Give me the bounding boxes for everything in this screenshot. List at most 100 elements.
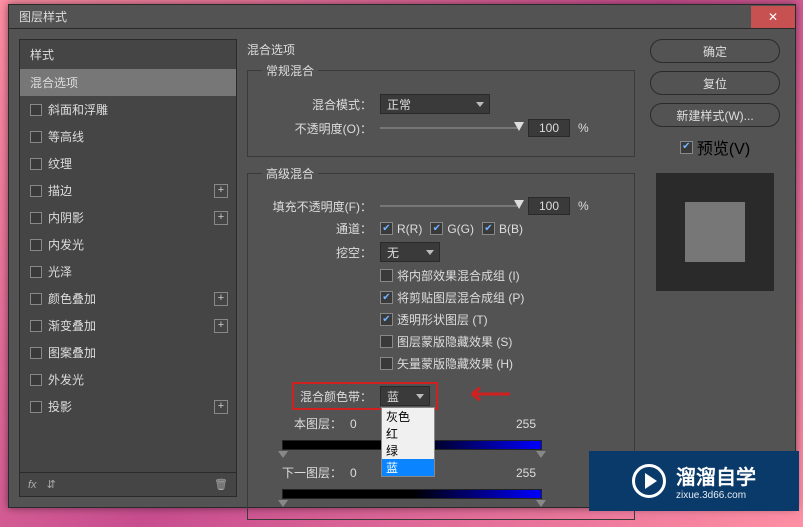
sidebar-item-label: 内发光 [48,236,84,253]
opacity-slider[interactable] [380,121,520,135]
blend-clipped-checkbox[interactable]: 将剪贴图层混合成组 (P) [380,289,524,306]
style-checkbox[interactable] [30,293,42,305]
main-title: 混合选项 [247,41,635,58]
content: 样式 混合选项 斜面和浮雕等高线纹理描边 + 内阴影 + 内发光光泽颜色叠加 + 渐变叠加 +… [9,29,795,507]
sidebar-item-label: 投影 [48,398,72,415]
under-layer-gradient[interactable] [282,483,542,505]
vector-mask-hides-checkbox[interactable]: 矢量蒙版隐藏效果 (H) [380,355,513,372]
under-high-value: 255 [516,466,536,480]
general-legend: 常规混合 [262,62,318,79]
opacity-label: 不透明度(O)： [262,120,372,137]
style-checkbox[interactable] [30,185,42,197]
this-layer-label: 本图层： [262,415,342,432]
sidebar-item[interactable]: 内发光 [20,231,236,258]
this-high-value: 255 [516,417,536,431]
transparency-shapes-checkbox[interactable]: 透明形状图层 (T) [380,311,488,328]
style-checkbox[interactable] [30,401,42,413]
advanced-blending-group: 高级混合 填充不透明度(F)： % 通道： R(R) G(G) B(B) 挖空 [247,165,635,520]
sidebar-item[interactable]: 光泽 [20,258,236,285]
under-layer-label: 下一图层： [262,464,342,481]
fx-icon[interactable]: fx [28,479,37,491]
style-checkbox[interactable] [30,212,42,224]
sidebar-item-label: 斜面和浮雕 [48,101,108,118]
watermark-title: 溜溜自学 [676,461,756,490]
channel-b-checkbox[interactable]: B(B) [482,222,523,236]
up-down-icon[interactable]: ⇵ [47,478,56,491]
sidebar-item-label: 图案叠加 [48,344,96,361]
sidebar-header: 样式 [20,40,236,69]
fill-unit: % [578,199,589,213]
style-checkbox[interactable] [30,158,42,170]
sidebar-item[interactable]: 纹理 [20,150,236,177]
window-title: 图层样式 [9,8,67,25]
add-icon[interactable]: + [214,211,228,225]
style-checkbox[interactable] [30,104,42,116]
sidebar-item-label: 等高线 [48,128,84,145]
channels-label: 通道： [262,220,372,237]
blend-if-highlight: 混合颜色带： 蓝 灰色 红 绿 蓝 [292,382,438,410]
fill-opacity-input[interactable] [528,197,570,215]
channel-r-checkbox[interactable]: R(R) [380,222,422,236]
dropdown-option-red[interactable]: 红 [382,425,434,442]
advanced-legend: 高级混合 [262,165,318,182]
sidebar-item-label: 外发光 [48,371,84,388]
sidebar-item[interactable]: 斜面和浮雕 [20,96,236,123]
watermark-url: zixue.3d66.com [676,490,756,501]
blend-if-select[interactable]: 蓝 灰色 红 绿 蓝 [380,386,430,406]
style-checkbox[interactable] [30,320,42,332]
opacity-input[interactable] [528,119,570,137]
general-blending-group: 常规混合 混合模式： 正常 不透明度(O)： % [247,62,635,157]
sidebar-item[interactable]: 颜色叠加 + [20,285,236,312]
sidebar-item-blending-options[interactable]: 混合选项 [20,69,236,96]
dropdown-option-blue[interactable]: 蓝 [382,459,434,476]
sidebar-item[interactable]: 等高线 [20,123,236,150]
sidebar-item[interactable]: 外发光 [20,366,236,393]
play-icon [632,464,666,498]
annotation-arrow-icon [462,384,512,404]
sidebar-item[interactable]: 渐变叠加 + [20,312,236,339]
styles-sidebar: 样式 混合选项 斜面和浮雕等高线纹理描边 + 内阴影 + 内发光光泽颜色叠加 + 渐变叠加 +… [19,39,237,497]
sidebar-item[interactable]: 内阴影 + [20,204,236,231]
style-checkbox[interactable] [30,131,42,143]
sidebar-item[interactable]: 投影 + [20,393,236,420]
blend-if-dropdown[interactable]: 灰色 红 绿 蓝 [381,407,435,477]
sidebar-item-label: 颜色叠加 [48,290,96,307]
style-checkbox[interactable] [30,239,42,251]
sidebar-item-label: 描边 [48,182,72,199]
add-icon[interactable]: + [214,400,228,414]
style-checkbox[interactable] [30,347,42,359]
this-low-value: 0 [350,417,380,431]
style-checkbox[interactable] [30,266,42,278]
sidebar-item-label: 内阴影 [48,209,84,226]
titlebar: 图层样式 ✕ [9,5,795,29]
opacity-unit: % [578,121,589,135]
style-checkbox[interactable] [30,374,42,386]
add-icon[interactable]: + [214,292,228,306]
sidebar-item-label: 纹理 [48,155,72,172]
sidebar-item-label: 混合选项 [30,74,78,91]
blend-interior-checkbox[interactable]: 将内部效果混合成组 (I) [380,267,520,284]
fill-opacity-slider[interactable] [380,199,520,213]
add-icon[interactable]: + [214,319,228,333]
trash-icon[interactable]: 🗑 [214,478,228,491]
sidebar-item-label: 渐变叠加 [48,317,96,334]
dialog-window: 图层样式 ✕ 样式 混合选项 斜面和浮雕等高线纹理描边+内阴影+内发光光泽颜色叠… [8,4,796,508]
blend-mode-select[interactable]: 正常 [380,94,490,114]
right-column: 确定 复位 新建样式(W)... 预览(V) [645,39,785,497]
knockout-select[interactable]: 无 [380,242,440,262]
blend-if-label: 混合颜色带： [300,388,372,405]
dropdown-option-green[interactable]: 绿 [382,442,434,459]
channel-g-checkbox[interactable]: G(G) [430,222,474,236]
preview-checkbox[interactable]: 预览(V) [680,135,750,159]
close-button[interactable]: ✕ [751,6,795,28]
ok-button[interactable]: 确定 [650,39,780,63]
dropdown-option-gray[interactable]: 灰色 [382,408,434,425]
layer-mask-hides-checkbox[interactable]: 图层蒙版隐藏效果 (S) [380,333,512,350]
add-icon[interactable]: + [214,184,228,198]
sidebar-item[interactable]: 图案叠加 [20,339,236,366]
sidebar-item[interactable]: 描边 + [20,177,236,204]
knockout-label: 挖空： [262,244,372,261]
cancel-button[interactable]: 复位 [650,71,780,95]
new-style-button[interactable]: 新建样式(W)... [650,103,780,127]
blend-mode-label: 混合模式： [262,96,372,113]
